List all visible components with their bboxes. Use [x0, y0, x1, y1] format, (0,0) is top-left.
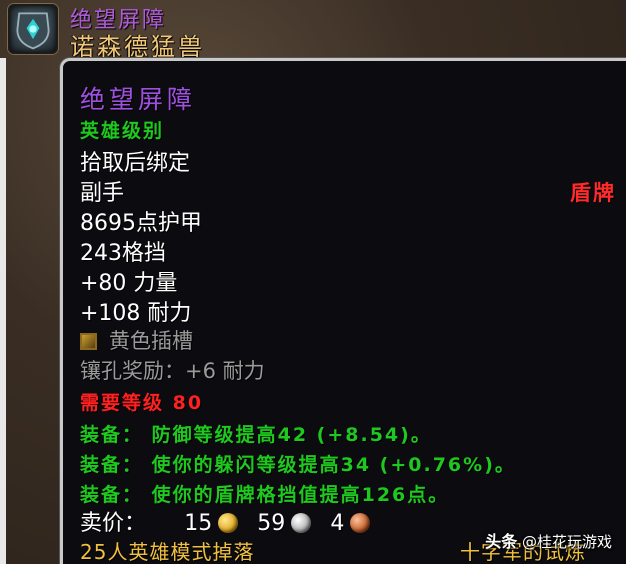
tooltip-header: 绝望屏障 诺森德猛兽 [0, 0, 626, 61]
sell-silver-amount: 59 [257, 511, 286, 536]
block-value: 243格挡 [80, 241, 166, 266]
shield-item-icon[interactable] [8, 4, 58, 54]
equip-line: 装备： 使你的躲闪等级提高34 (+0.76%)。 [80, 454, 516, 476]
sell-price-row: 卖价： 15 59 4 [80, 505, 384, 537]
stat-strength: +80 力量 [80, 271, 178, 296]
item-type: 盾牌 [570, 181, 616, 205]
copper-coin-icon [350, 513, 371, 533]
silver-coin-icon [291, 513, 312, 533]
socket-label: 黄色插槽 [109, 329, 193, 353]
required-level: 需要等级 80 [80, 392, 204, 414]
drop-source: 25人英雄模式掉落 [80, 540, 255, 564]
stat-stamina: +108 耐力 [80, 301, 192, 326]
left-frame-edge [0, 58, 6, 564]
equip-line: 装备： 防御等级提高42 (+8.54)。 [80, 424, 432, 446]
sell-copper-amount: 4 [330, 511, 345, 536]
equip-line: 装备： 使你的盾牌格挡值提高126点。 [80, 484, 450, 506]
bind-type: 拾取后绑定 [80, 151, 191, 176]
item-slot: 副手 [80, 181, 125, 206]
item-name: 绝望屏障 [80, 85, 197, 114]
watermark-account: @桂花玩游戏 [521, 533, 612, 551]
item-quality: 英雄级别 [80, 120, 165, 142]
watermark-brand: 头条 [485, 532, 518, 551]
header-boss-name: 诺森德猛兽 [70, 33, 205, 61]
sell-label: 卖价： [80, 511, 147, 536]
socket-bonus: 镶孔奖励：+6 耐力 [80, 359, 265, 383]
watermark: 头条 @桂花玩游戏 [485, 528, 612, 552]
gold-coin-icon [218, 513, 239, 533]
sell-gold-amount: 15 [184, 511, 213, 536]
armor-value: 8695点护甲 [80, 211, 202, 236]
yellow-socket-icon [80, 333, 97, 350]
socket-row: 黄色插槽 [80, 325, 193, 355]
shield-item-icon-graphic [16, 12, 50, 50]
